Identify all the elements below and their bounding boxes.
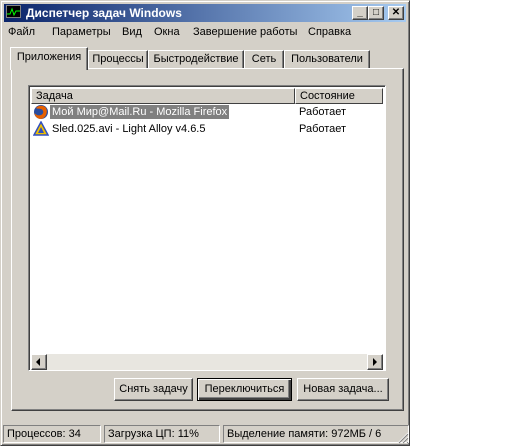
task-name[interactable]: Мой Мир@Mail.Ru - Mozilla Firefox (50, 105, 230, 119)
tab-performance[interactable]: Быстродействие (148, 50, 244, 68)
light-alloy-icon (32, 120, 50, 137)
minimize-icon: _ (357, 7, 363, 18)
column-header-status[interactable]: Состояние (295, 88, 383, 104)
tab-processes[interactable]: Процессы (88, 50, 148, 68)
minimize-button[interactable]: _ (352, 6, 368, 20)
applications-list[interactable]: Задача Состояние Мой Мир@Mail.Ru - Mozil… (28, 85, 386, 371)
firefox-icon (33, 104, 49, 120)
new-task-button[interactable]: Новая задача... (297, 378, 389, 401)
list-item[interactable]: Sled.025.avi - Light Alloy v4.6.5 Работа… (31, 120, 383, 137)
resize-grip-icon[interactable] (395, 430, 409, 444)
menu-file[interactable]: Файл (8, 26, 35, 38)
menu-shutdown[interactable]: Завершение работы (193, 26, 297, 38)
task-name[interactable]: Sled.025.avi - Light Alloy v4.6.5 (50, 122, 207, 136)
task-state: Работает (299, 106, 347, 118)
task-manager-window: Диспетчер задач Windows _ □ ✕ Файл Парам… (0, 0, 410, 446)
list-item[interactable]: Мой Мир@Mail.Ru - Mozilla Firefox Работа… (31, 104, 383, 120)
menu-view[interactable]: Вид (122, 26, 142, 38)
task-state: Работает (299, 123, 347, 135)
task-manager-app-icon (6, 5, 21, 18)
menu-help[interactable]: Справка (308, 26, 351, 38)
scroll-right-button[interactable] (367, 354, 383, 370)
tab-users[interactable]: Пользователи (284, 50, 370, 68)
status-processes: Процессов: 34 (3, 425, 101, 443)
switch-to-button[interactable]: Переключиться (197, 378, 292, 401)
menu-options[interactable]: Параметры (52, 26, 111, 38)
horizontal-scrollbar[interactable] (31, 354, 383, 370)
maximize-icon: □ (372, 7, 380, 18)
menu-bar: Файл Параметры Вид Окна Завершение работ… (4, 23, 406, 42)
tab-applications[interactable]: Приложения (10, 47, 88, 70)
maximize-button[interactable]: □ (368, 6, 384, 20)
arrow-left-icon (36, 358, 40, 366)
status-cpu: Загрузка ЦП: 11% (104, 425, 220, 443)
menu-windows[interactable]: Окна (154, 26, 180, 38)
title-bar[interactable]: Диспетчер задач Windows _ □ ✕ (4, 4, 406, 22)
status-bar: Процессов: 34 Загрузка ЦП: 11% Выделение… (3, 424, 409, 444)
close-button[interactable]: ✕ (388, 6, 404, 20)
column-header-task[interactable]: Задача (31, 88, 295, 104)
end-task-button[interactable]: Снять задачу (114, 378, 193, 401)
arrow-right-icon (373, 358, 377, 366)
close-icon: ✕ (391, 7, 401, 18)
window-title: Диспетчер задач Windows (26, 6, 182, 20)
tab-strip: Приложения Процессы Быстродействие Сеть … (1, 45, 411, 70)
scroll-left-button[interactable] (31, 354, 47, 370)
status-memory: Выделение памяти: 972МБ / 6 (223, 425, 409, 443)
tab-network[interactable]: Сеть (244, 50, 284, 68)
